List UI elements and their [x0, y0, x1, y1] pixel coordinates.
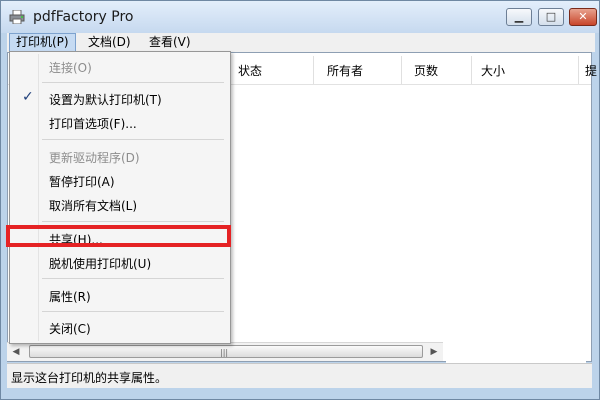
printer-icon: [9, 10, 25, 24]
menu-separator: [42, 139, 224, 140]
column-pages[interactable]: 页数: [414, 62, 438, 79]
menu-item-connect: 连接(O): [12, 56, 228, 78]
column-divider[interactable]: [313, 56, 314, 84]
menu-item-pause-printing[interactable]: 暂停打印(A): [12, 170, 228, 192]
status-bar: 显示这台打印机的共享属性。: [7, 363, 592, 388]
column-divider[interactable]: [401, 56, 402, 84]
menu-document[interactable]: 文档(D): [82, 33, 137, 52]
column-divider[interactable]: [578, 56, 579, 84]
menu-printer[interactable]: 打印机(P): [9, 33, 76, 52]
menu-item-update-driver: 更新驱动程序(D): [12, 146, 228, 168]
menu-item-label: 连接(O): [49, 61, 92, 75]
menu-item-use-offline[interactable]: 脱机使用打印机(U): [12, 252, 228, 274]
highlight-box: [6, 225, 231, 247]
column-status[interactable]: 状态: [238, 62, 262, 79]
menu-item-label: 关闭(C): [49, 322, 91, 336]
scroll-left-icon[interactable]: ◀: [7, 344, 25, 360]
minimize-button[interactable]: ▁: [506, 8, 532, 26]
menu-item-label: 属性(R): [49, 290, 91, 304]
maximize-icon: □: [545, 10, 557, 23]
menu-bar: 打印机(P) 文档(D) 查看(V): [7, 33, 595, 52]
menu-item-label: 暂停打印(A): [49, 175, 115, 189]
blank-area: [446, 339, 586, 364]
menu-item-close[interactable]: 关闭(C): [12, 317, 228, 339]
menu-item-preferences[interactable]: 打印首选项(F)...: [12, 112, 228, 134]
menu-item-cancel-all[interactable]: 取消所有文档(L): [12, 194, 228, 216]
menu-separator: [42, 221, 224, 222]
menu-separator: [42, 278, 224, 279]
close-button[interactable]: ✕: [569, 8, 597, 26]
menu-item-label: 设置为默认打印机(T): [49, 93, 162, 107]
menu-item-properties[interactable]: 属性(R): [12, 285, 228, 307]
column-submitted[interactable]: 提: [585, 62, 597, 79]
menu-item-label: 取消所有文档(L): [49, 199, 138, 213]
close-icon: ✕: [578, 10, 588, 23]
menu-separator: [42, 311, 224, 312]
column-size[interactable]: 大小: [481, 62, 505, 79]
scroll-right-icon[interactable]: ▶: [425, 344, 443, 360]
title-bar[interactable]: pdfFactory Pro ▁ □ ✕: [1, 1, 599, 33]
menu-separator: [42, 82, 224, 83]
window-title: pdfFactory Pro: [33, 9, 134, 25]
horizontal-scrollbar[interactable]: ◀ ||| ▶: [7, 342, 443, 361]
menu-view[interactable]: 查看(V): [143, 33, 197, 52]
column-owner[interactable]: 所有者: [327, 62, 363, 79]
menu-item-label: 打印首选项(F)...: [49, 117, 137, 131]
menu-item-label: 更新驱动程序(D): [49, 151, 140, 165]
status-text: 显示这台打印机的共享属性。: [11, 371, 168, 385]
menu-item-label: 脱机使用打印机(U): [49, 257, 152, 271]
printer-window: pdfFactory Pro ▁ □ ✕ 打印机(P) 文档(D) 查看(V) …: [0, 0, 600, 400]
scroll-thumb[interactable]: |||: [29, 345, 423, 358]
printer-menu-dropdown: 连接(O) ✓ 设置为默认打印机(T) 打印首选项(F)... 更新驱动程序(D…: [9, 51, 231, 344]
column-divider[interactable]: [471, 56, 472, 84]
check-icon: ✓: [22, 89, 34, 105]
menu-item-set-default[interactable]: ✓ 设置为默认打印机(T): [12, 88, 228, 110]
maximize-button[interactable]: □: [538, 8, 564, 26]
minimize-icon: ▁: [514, 10, 524, 23]
grip-icon: |||: [220, 348, 229, 357]
